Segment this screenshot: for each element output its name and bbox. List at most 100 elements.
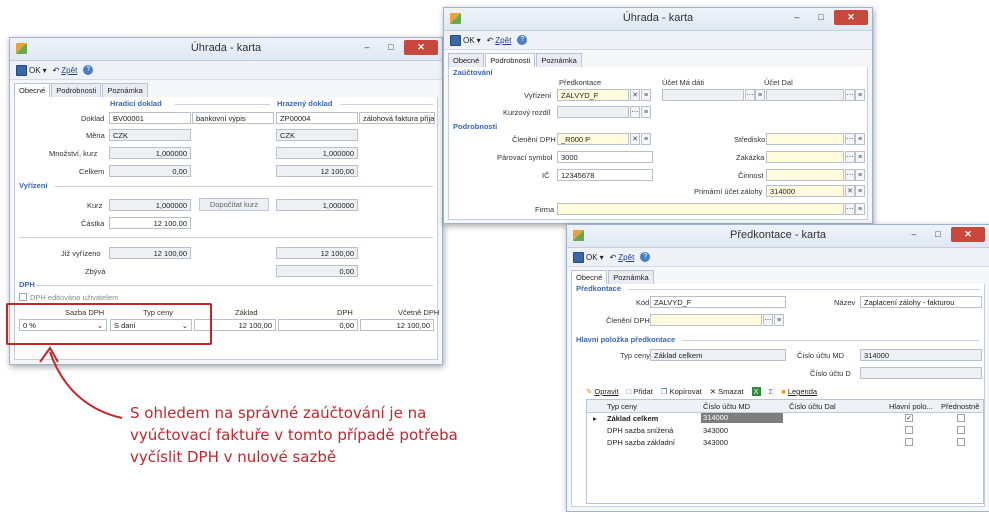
field-firma[interactable] bbox=[557, 203, 844, 215]
clear-icon[interactable]: ✕ bbox=[630, 133, 640, 145]
hlavni-checkbox[interactable] bbox=[905, 438, 913, 446]
field-cleneni-dph[interactable]: _R000 P bbox=[557, 133, 629, 145]
clear-icon[interactable]: ✕ bbox=[845, 185, 855, 197]
tab-poznamka[interactable]: Poznámka bbox=[608, 270, 654, 284]
table-row[interactable]: DPH sazba snížená 343000 bbox=[587, 425, 983, 436]
dph-edit-checkbox[interactable] bbox=[19, 293, 27, 301]
opravit-button[interactable]: ✎ Opravit bbox=[586, 387, 619, 396]
field-celkem-2[interactable]: 12 100,00 bbox=[276, 165, 358, 177]
prednostne-checkbox[interactable] bbox=[957, 426, 965, 434]
ellipsis-icon[interactable]: ⋯ bbox=[630, 106, 640, 118]
col-cislo-uctu-md[interactable]: Číslo účtu MD bbox=[703, 402, 750, 411]
list-icon[interactable]: ≡ bbox=[755, 89, 765, 101]
field-ucet-ma-dati-vyrizeni[interactable] bbox=[662, 89, 744, 101]
hlavni-checkbox[interactable] bbox=[905, 426, 913, 434]
field-doklad-hradici[interactable]: BV00001 bbox=[109, 112, 191, 124]
field-parovaci-symbol[interactable]: 3000 bbox=[557, 151, 653, 163]
field-vyrizeni-kurz-2[interactable]: 1,000000 bbox=[276, 199, 358, 211]
dropdown-arrow-icon[interactable]: ▾ bbox=[477, 36, 481, 45]
col-cislo-uctu-dal[interactable]: Číslo účtu Dal bbox=[789, 402, 836, 411]
field-kurz-1[interactable]: 1,000000 bbox=[109, 147, 191, 159]
ellipsis-icon[interactable]: ⋯ bbox=[763, 314, 773, 326]
titlebar[interactable]: Úhrada - karta – □ ✕ bbox=[444, 8, 872, 31]
close-button[interactable]: ✕ bbox=[404, 40, 438, 55]
tab-podrobnosti[interactable]: Podrobnosti bbox=[485, 53, 536, 67]
dropdown-arrow-icon[interactable]: ▾ bbox=[600, 253, 604, 262]
ok-button[interactable]: OK ▾ bbox=[450, 34, 481, 46]
dropdown-arrow-icon[interactable]: ▾ bbox=[43, 66, 47, 75]
list-icon[interactable]: ≡ bbox=[855, 151, 865, 163]
titlebar[interactable]: Úhrada - karta – □ ✕ bbox=[10, 38, 442, 61]
legenda-button[interactable]: ■ Legenda bbox=[781, 387, 817, 396]
kopirovat-button[interactable]: ❐ Kopírovat bbox=[661, 387, 702, 396]
close-button[interactable]: ✕ bbox=[834, 10, 868, 25]
tab-obecne[interactable]: Obecné bbox=[571, 270, 608, 284]
field-predkontace-vyrizeni[interactable]: ZALVYD_F bbox=[557, 89, 629, 101]
ellipsis-icon[interactable]: ⋯ bbox=[845, 169, 855, 181]
table-row[interactable]: DPH sazba základní 343000 bbox=[587, 437, 983, 448]
col-typ-ceny[interactable]: Typ ceny bbox=[607, 402, 637, 411]
list-icon[interactable]: ≡ bbox=[855, 185, 865, 197]
field-dph-castka[interactable]: 0,00 bbox=[278, 319, 358, 331]
back-button[interactable]: ↶ Zpět bbox=[610, 253, 635, 262]
ellipsis-icon[interactable]: ⋯ bbox=[845, 203, 855, 215]
list-icon[interactable]: ≡ bbox=[641, 89, 651, 101]
field-mena-1[interactable]: CZK bbox=[109, 129, 191, 141]
minimize-button[interactable]: – bbox=[786, 10, 808, 25]
field-doklad-hrazeny[interactable]: ZP00004 bbox=[276, 112, 358, 124]
ellipsis-icon[interactable]: ⋯ bbox=[845, 89, 855, 101]
ellipsis-icon[interactable]: ⋯ bbox=[845, 151, 855, 163]
field-doklad-hrazeny-typ[interactable]: zálohová faktura přijatá bbox=[359, 112, 435, 124]
field-zakazka[interactable] bbox=[766, 151, 844, 163]
close-button[interactable]: ✕ bbox=[951, 227, 985, 242]
list-icon[interactable]: ≡ bbox=[774, 314, 784, 326]
help-icon[interactable]: ? bbox=[517, 35, 528, 45]
field-primarni-ucet-zalohy[interactable]: 314000 bbox=[766, 185, 844, 197]
ok-button[interactable]: OK ▾ bbox=[16, 64, 47, 76]
field-kurz-2[interactable]: 1,000000 bbox=[276, 147, 358, 159]
help-icon[interactable]: ? bbox=[640, 252, 651, 262]
excel-icon[interactable]: X bbox=[751, 387, 761, 396]
field-nazev[interactable]: Zaplacení zálohy - fakturou bbox=[860, 296, 982, 308]
tab-poznamka[interactable]: Poznámka bbox=[102, 83, 148, 97]
tab-obecne[interactable]: Obecné bbox=[14, 83, 51, 97]
pridat-button[interactable]: □ Přidat bbox=[627, 387, 653, 396]
field-cleneni-dph[interactable] bbox=[650, 314, 762, 326]
field-dph-vcetne[interactable]: 12 100,00 bbox=[360, 319, 434, 331]
tab-podrobnosti[interactable]: Podrobnosti bbox=[51, 83, 102, 97]
field-mena-2[interactable]: CZK bbox=[276, 129, 358, 141]
titlebar[interactable]: Předkontace - karta – □ ✕ bbox=[567, 225, 989, 248]
list-icon[interactable]: ≡ bbox=[855, 169, 865, 181]
back-button[interactable]: ↶ Zpět bbox=[487, 36, 512, 45]
list-icon[interactable]: ≡ bbox=[855, 133, 865, 145]
maximize-button[interactable]: □ bbox=[927, 227, 949, 242]
clear-icon[interactable]: ✕ bbox=[630, 89, 640, 101]
field-castka[interactable]: 12 100,00 bbox=[109, 217, 191, 229]
field-cislo-uctu-d[interactable] bbox=[860, 367, 982, 379]
field-typ-ceny[interactable]: Základ celkem bbox=[650, 349, 786, 361]
hlavni-checkbox[interactable]: ✓ bbox=[905, 414, 913, 422]
smazat-button[interactable]: ✕ Smazat bbox=[710, 387, 744, 396]
field-kurzovy-rozdil[interactable] bbox=[557, 106, 629, 118]
field-doklad-hradici-typ[interactable]: bankovní výpis bbox=[192, 112, 274, 124]
ellipsis-icon[interactable]: ⋯ bbox=[745, 89, 755, 101]
field-jiz-vyrizeno-2[interactable]: 12 100,00 bbox=[276, 247, 358, 259]
sum-icon[interactable]: Σ bbox=[769, 387, 774, 396]
field-ic[interactable]: 12345678 bbox=[557, 169, 653, 181]
field-cinnost[interactable] bbox=[766, 169, 844, 181]
ellipsis-icon[interactable]: ⋯ bbox=[845, 133, 855, 145]
col-prednostne[interactable]: Přednostně bbox=[941, 402, 979, 411]
field-stredisko[interactable] bbox=[766, 133, 844, 145]
field-cislo-uctu-md[interactable]: 314000 bbox=[860, 349, 982, 361]
ok-button[interactable]: OK ▾ bbox=[573, 251, 604, 263]
help-icon[interactable]: ? bbox=[83, 65, 94, 75]
field-zbyva[interactable]: 0,00 bbox=[276, 265, 358, 277]
maximize-button[interactable]: □ bbox=[810, 10, 832, 25]
prednostne-checkbox[interactable] bbox=[957, 414, 965, 422]
tab-poznamka[interactable]: Poznámka bbox=[536, 53, 582, 67]
list-icon[interactable]: ≡ bbox=[855, 203, 865, 215]
minimize-button[interactable]: – bbox=[356, 40, 378, 55]
tab-obecne[interactable]: Obecné bbox=[448, 53, 485, 67]
field-vyrizeni-kurz-1[interactable]: 1,000000 bbox=[109, 199, 191, 211]
minimize-button[interactable]: – bbox=[903, 227, 925, 242]
